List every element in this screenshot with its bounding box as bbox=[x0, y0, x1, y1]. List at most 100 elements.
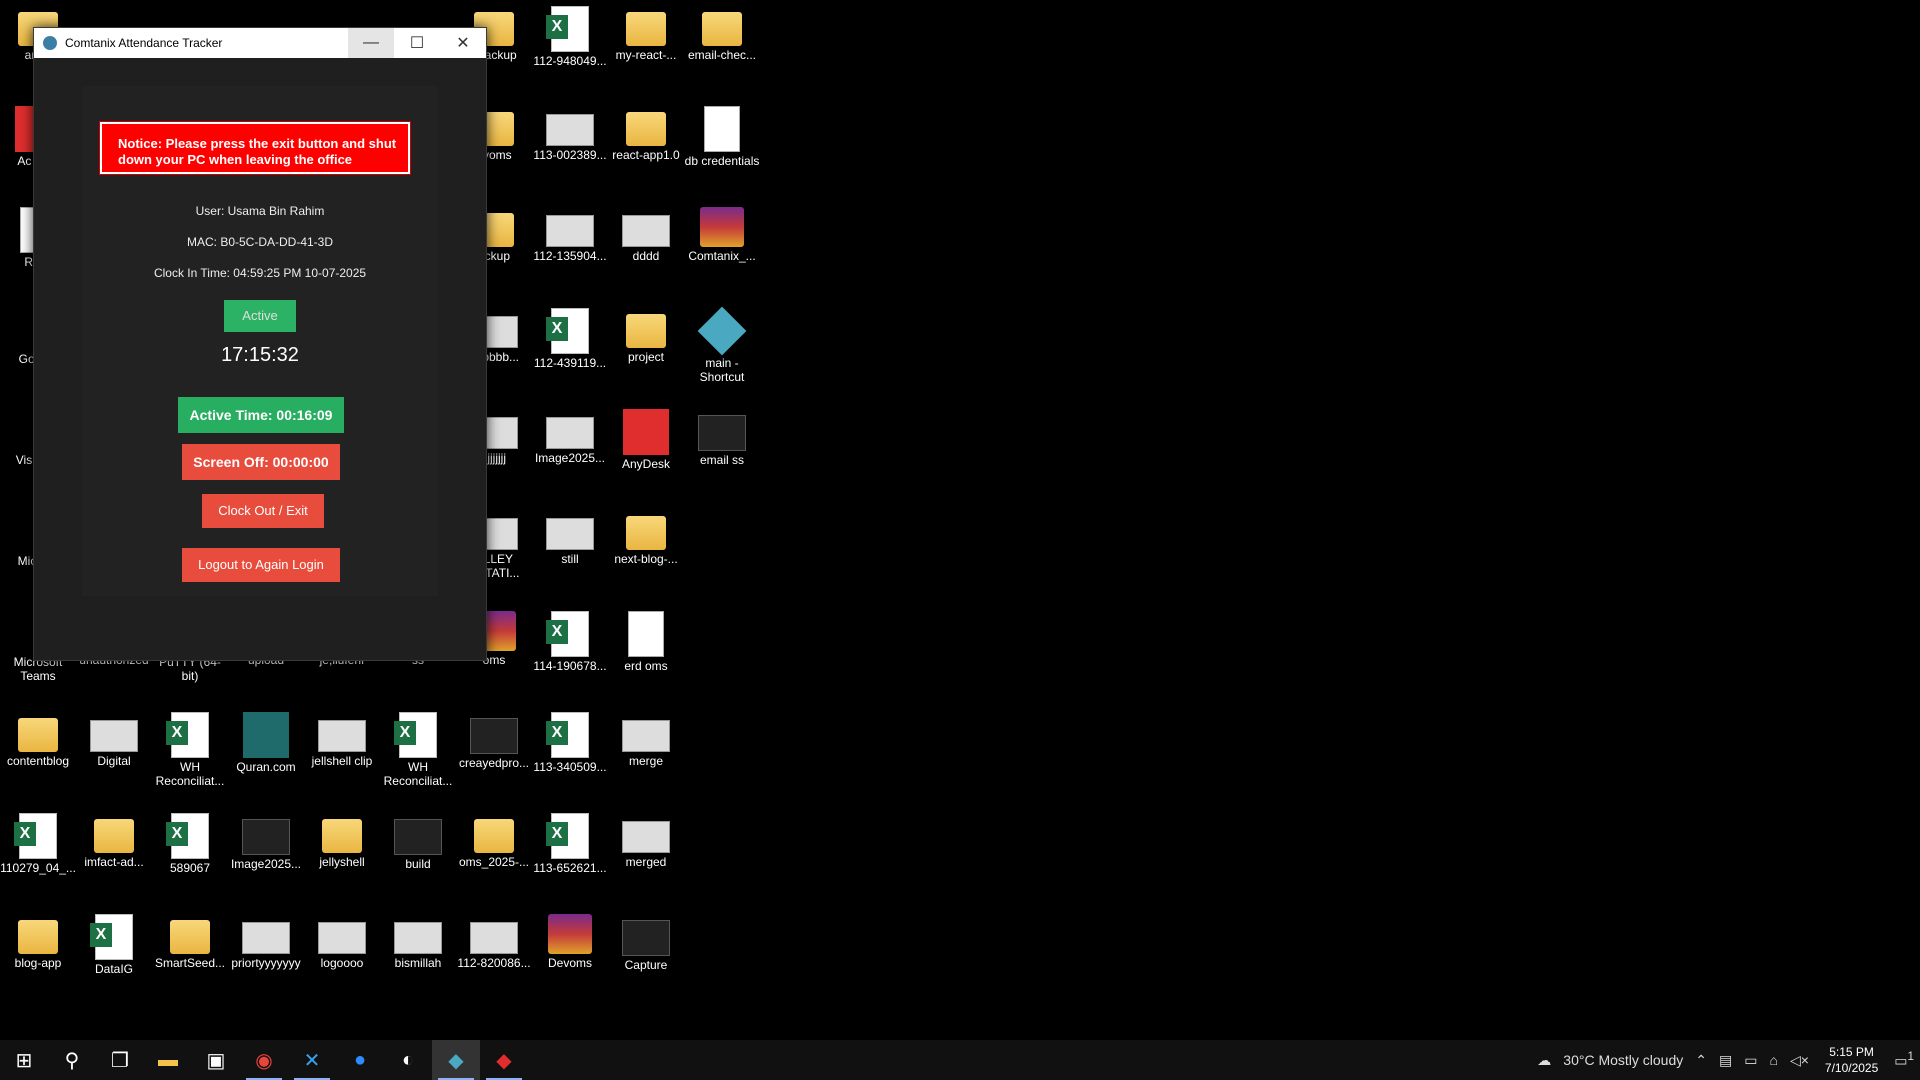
weather-icon[interactable]: ☁ bbox=[1531, 1052, 1557, 1069]
desktop-icon[interactable]: 112-439119... bbox=[532, 302, 608, 398]
desktop-icon[interactable]: 110279_04_... bbox=[0, 807, 76, 903]
desktop-icon[interactable]: Image2025... bbox=[228, 807, 304, 903]
desktop-icon-label: 114-190678... bbox=[533, 659, 607, 673]
taskbar-clock[interactable]: 5:15 PM 7/10/2025 bbox=[1815, 1044, 1888, 1076]
battery-icon[interactable]: ▭ bbox=[1738, 1052, 1763, 1069]
app-logo-icon bbox=[43, 36, 57, 50]
chrome-button[interactable]: ◉ bbox=[240, 1040, 288, 1080]
desktop-icon[interactable]: my-react-... bbox=[608, 0, 684, 96]
close-button[interactable]: ✕ bbox=[440, 28, 486, 58]
logout-button[interactable]: Logout to Again Login bbox=[182, 548, 340, 582]
desktop-icon[interactable]: SmartSeed... bbox=[152, 908, 228, 1004]
desktop-icon[interactable]: email-chec... bbox=[684, 0, 760, 96]
desktop-icon[interactable]: logoooo bbox=[304, 908, 380, 1004]
weather-label[interactable]: 30°C Mostly cloudy bbox=[1557, 1052, 1689, 1068]
desktop-icon[interactable]: next-blog-... bbox=[608, 504, 684, 600]
desktop-icon[interactable]: db credentials bbox=[684, 100, 760, 196]
file-explorer-button[interactable]: ▬ bbox=[144, 1040, 192, 1080]
desktop-icon[interactable]: imfact-ad... bbox=[76, 807, 152, 903]
desktop-icon[interactable]: 114-190678... bbox=[532, 605, 608, 701]
desktop-icon-label: 110279_04_... bbox=[0, 861, 76, 875]
desktop-icon[interactable]: WH Reconciliat... bbox=[152, 706, 228, 802]
network-icon[interactable]: ⌂ bbox=[1763, 1052, 1783, 1068]
anydesk-button[interactable]: ◆ bbox=[480, 1040, 528, 1080]
desktop-icon[interactable]: 113-002389... bbox=[532, 100, 608, 196]
excel-icon bbox=[394, 712, 437, 758]
desktop-icon[interactable]: Quran.com bbox=[228, 706, 304, 802]
desktop-icon[interactable]: 112-135904... bbox=[532, 201, 608, 297]
search-button[interactable]: ⚲ bbox=[48, 1040, 96, 1080]
desktop-icon[interactable]: DataIG bbox=[76, 908, 152, 1004]
desktop-icon-label: Image2025... bbox=[534, 451, 606, 465]
current-time: 17:15:32 bbox=[221, 344, 299, 366]
task-view-button[interactable]: ❐ bbox=[96, 1040, 144, 1080]
desktop-icon[interactable]: 113-652621... bbox=[532, 807, 608, 903]
notification-icon[interactable]: ▭1 bbox=[1888, 1050, 1920, 1070]
desktop-icon[interactable]: email ss bbox=[684, 403, 760, 499]
desktop-icon[interactable]: merged bbox=[608, 807, 684, 903]
start-button[interactable]: ⊞ bbox=[0, 1040, 48, 1080]
desktop-icon[interactable]: blog-app bbox=[0, 908, 76, 1004]
desktop-icon-label: build bbox=[405, 857, 431, 871]
attendance-tracker-button[interactable]: ◆ bbox=[432, 1040, 480, 1080]
rar-icon bbox=[548, 914, 592, 954]
img-icon bbox=[546, 114, 594, 146]
folder-icon bbox=[18, 718, 58, 752]
desktop-icon[interactable]: dddd bbox=[608, 201, 684, 297]
desktop-icon-label: dddd bbox=[632, 249, 660, 263]
chevron-up-icon[interactable]: ⌃ bbox=[1689, 1052, 1713, 1069]
vscode-icon: ✕ bbox=[303, 1049, 321, 1072]
minimize-button[interactable]: — bbox=[348, 28, 394, 58]
desktop-icon[interactable]: 589067 bbox=[152, 807, 228, 903]
desktop-icon-label: email-chec... bbox=[687, 48, 757, 62]
desktop-icon[interactable]: bismillah bbox=[380, 908, 456, 1004]
status-button[interactable]: Active bbox=[224, 300, 296, 332]
volume-muted-icon[interactable]: ◁× bbox=[1784, 1052, 1815, 1069]
zoom-button[interactable]: ● bbox=[336, 1040, 384, 1080]
desktop-icon[interactable]: 112-948049... bbox=[532, 0, 608, 96]
desktop-icon[interactable]: AnyDesk bbox=[608, 403, 684, 499]
desktop-icon[interactable]: oms_2025-... bbox=[456, 807, 532, 903]
desktop-icon[interactable]: project bbox=[608, 302, 684, 398]
desktop-icon[interactable]: contentblog bbox=[0, 706, 76, 802]
vscode-button[interactable]: ✕ bbox=[288, 1040, 336, 1080]
img-icon bbox=[622, 821, 670, 853]
tracker-panel: Notice: Please press the exit button and… bbox=[82, 86, 438, 596]
diamond-icon: ◆ bbox=[448, 1049, 464, 1072]
desktop-icon[interactable]: 112-820086... bbox=[456, 908, 532, 1004]
desktop-icon[interactable]: Capture bbox=[608, 908, 684, 1004]
tray-app-icon[interactable]: ▤ bbox=[1713, 1052, 1738, 1069]
desktop-icon-label: project bbox=[627, 350, 665, 364]
maximize-button[interactable]: ☐ bbox=[394, 28, 440, 58]
window-titlebar[interactable]: Comtanix Attendance Tracker — ☐ ✕ bbox=[34, 28, 486, 58]
excel-icon bbox=[166, 712, 209, 758]
store-button[interactable]: ▣ bbox=[192, 1040, 240, 1080]
rar-icon bbox=[700, 207, 744, 247]
app-button[interactable]: ◐ bbox=[384, 1040, 432, 1080]
desktop-icon-label: imfact-ad... bbox=[84, 855, 144, 869]
clock-out-button[interactable]: Clock Out / Exit bbox=[202, 494, 324, 528]
desktop-icon-label: main - Shortcut bbox=[699, 356, 745, 384]
desktop-icon[interactable]: erd oms bbox=[608, 605, 684, 701]
desktop-icon-label: Image2025... bbox=[230, 857, 302, 871]
desktop-icon[interactable]: priortyyyyyyy bbox=[228, 908, 304, 1004]
desktop-icon[interactable]: Comtanix_... bbox=[684, 201, 760, 297]
desktop-icon[interactable]: merge bbox=[608, 706, 684, 802]
desktop-icon-label: oms_2025-... bbox=[458, 855, 530, 869]
desktop-icon[interactable]: creayedpro... bbox=[456, 706, 532, 802]
desktop-icon[interactable]: Digital bbox=[76, 706, 152, 802]
desktop-icon[interactable]: react-app1.0 bbox=[608, 100, 684, 196]
excel-icon bbox=[14, 813, 57, 859]
desktop-icon[interactable]: WH Reconciliat... bbox=[380, 706, 456, 802]
desktop-icon[interactable]: Image2025... bbox=[532, 403, 608, 499]
desktop-icon-label: Digital bbox=[97, 754, 131, 768]
desktop-icon-label: erd oms bbox=[624, 659, 668, 673]
desktop-icon[interactable]: main - Shortcut bbox=[684, 302, 760, 398]
desktop-icon[interactable]: still bbox=[532, 504, 608, 600]
desktop-icon[interactable]: build bbox=[380, 807, 456, 903]
desktop-icon[interactable]: jellyshell bbox=[304, 807, 380, 903]
desktop-icon[interactable]: Devoms bbox=[532, 908, 608, 1004]
img-icon bbox=[394, 922, 442, 954]
desktop-icon[interactable]: jellshell clip bbox=[304, 706, 380, 802]
desktop-icon[interactable]: 113-340509... bbox=[532, 706, 608, 802]
